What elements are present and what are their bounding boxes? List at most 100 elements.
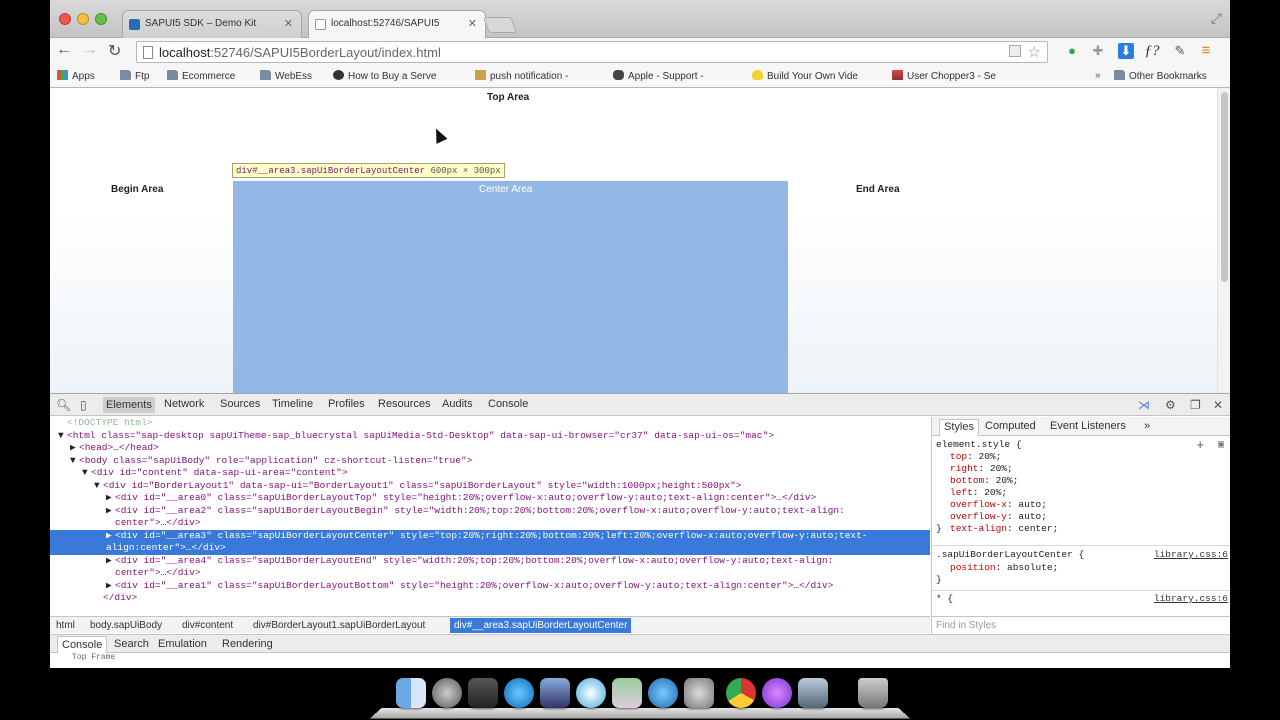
rss-icon[interactable] [1009,45,1021,57]
tab-elements[interactable]: Elements [103,397,155,413]
crumb-area3[interactable]: div#__area3.sapUiBorderLayoutCenter [450,618,632,633]
style-prop-right[interactable]: right: 20%; [950,463,1013,475]
minimize-window-button[interactable] [77,13,89,25]
function-extension-icon[interactable]: ƒ? [1144,43,1160,59]
add-rule-icon[interactable]: + [1196,437,1204,452]
dom-node[interactable]: center">…</div> [50,517,930,530]
preview-icon[interactable] [540,678,570,708]
style-prop-text-align[interactable]: text-align: center; [950,523,1058,535]
dom-node[interactable]: ▼ <div id="BorderLayout1" data-sap-ui="Bo… [50,480,930,493]
styles-more-chevron[interactable]: » [1144,420,1150,432]
dom-node[interactable]: <!DOCTYPE html> [50,417,930,430]
new-tab-button[interactable] [483,17,517,33]
back-icon[interactable]: ← [56,41,72,59]
tab-audits[interactable]: Audits [442,398,473,410]
image-capture-icon[interactable] [798,678,828,708]
menu-icon[interactable]: ≡ [1198,43,1214,59]
close-tab-icon[interactable]: ✕ [284,17,293,30]
dom-node-selected[interactable]: ▶ <div id="__area3" class="sapUiBorderLay… [50,529,930,555]
collapse-arrow-icon[interactable]: ▼ [70,455,79,468]
launchpad-icon[interactable] [432,678,462,708]
maximize-window-button[interactable] [95,13,107,25]
expand-arrow-icon[interactable]: ▶ [106,530,115,543]
tab-network[interactable]: Network [164,398,204,410]
bookmark-webess[interactable]: WebEss [260,70,312,82]
tab-console[interactable]: Console [488,398,528,410]
device-mode-icon[interactable]: ▯ [80,398,87,412]
tab-localhost[interactable]: localhost:52746/SAPUI5 ✕ [308,10,486,39]
drawer-tab-emulation[interactable]: Emulation [158,638,207,650]
dom-node[interactable]: </div> [50,592,930,605]
dom-node[interactable]: ▼ <html class="sap-desktop sapUiTheme-sap… [50,430,930,443]
tab-sources[interactable]: Sources [220,398,260,410]
rule-center-source-link[interactable]: library.css:6 [1154,549,1228,560]
tab-sapui5-sdk[interactable]: SAPUI5 SDK – Demo Kit ✕ [122,10,302,38]
expand-arrow-icon[interactable]: ▶ [106,492,115,505]
settings-gear-icon[interactable]: ⚙ [1165,398,1176,412]
collapse-arrow-icon[interactable]: ▼ [94,480,103,493]
tab-resources[interactable]: Resources [378,398,431,410]
bookmarks-overflow-chevron[interactable]: » [1095,70,1101,81]
drawer-tab-console[interactable]: Console [57,636,108,654]
tab-computed[interactable]: Computed [985,420,1036,432]
dom-node[interactable]: ▼ <div id="content" data-sap-ui-area="con… [50,467,930,480]
drawer-toggle-icon[interactable]: ⋊ [1138,398,1150,412]
console-frame-selector[interactable]: Top Frame [50,653,1230,668]
bookmark-user-chopper[interactable]: User Chopper3 - Se [892,70,996,82]
safari-icon[interactable] [576,678,606,708]
system-preferences-icon[interactable] [684,678,714,708]
purple-app-icon[interactable] [762,678,792,708]
dom-node[interactable]: ▶ <div id="__area4" class="sapUiBorderLay… [50,555,930,568]
expand-arrow-icon[interactable]: ▶ [106,580,115,593]
bookmark-ecommerce[interactable]: Ecommerce [167,70,235,82]
expand-arrow-icon[interactable]: ▶ [106,505,115,518]
crumb-body[interactable]: body.sapUiBody [90,620,162,631]
scrollbar-thumb[interactable] [1221,92,1228,282]
dom-node[interactable]: center">…</div> [50,567,930,580]
photos-icon[interactable] [612,678,642,708]
forward-icon[interactable]: → [82,41,98,59]
download-extension-icon[interactable]: ⬇ [1118,43,1134,59]
style-prop-bottom[interactable]: bottom: 20%; [950,475,1018,487]
dom-node[interactable]: ▶ <div id="__area2" class="sapUiBorderLay… [50,505,930,518]
bookmark-apple-support[interactable]: Apple - Support - [613,70,704,82]
style-prop-overflow-x[interactable]: overflow-x: auto; [950,499,1047,511]
app-store-icon[interactable] [504,678,534,708]
collapse-arrow-icon[interactable]: ▼ [58,430,67,443]
drawer-tab-search[interactable]: Search [114,638,149,650]
tab-timeline[interactable]: Timeline [272,398,313,410]
close-devtools-icon[interactable]: ✕ [1213,398,1223,412]
reload-icon[interactable]: ↻ [108,41,121,61]
chrome-icon[interactable] [726,678,756,708]
tab-event-listeners[interactable]: Event Listeners [1050,420,1126,432]
style-prop-top[interactable]: top: 20%; [950,451,1001,463]
bookmark-how-to-buy[interactable]: How to Buy a Serve [333,70,436,82]
toggle-state-icon[interactable]: ▣ [1218,439,1224,451]
finder-icon[interactable] [396,678,426,708]
inspect-search-icon[interactable]: 🔍︎ [56,398,71,412]
page-scrollbar[interactable] [1217,88,1230,393]
dom-node[interactable]: ▶ <div id="__area1" class="sapUiBorderLay… [50,580,930,593]
dom-node[interactable]: ▼ <body class="sapUiBody" role="applicati… [50,455,930,468]
style-prop-left[interactable]: left: 20%; [950,487,1007,499]
dom-node[interactable]: ▶ <div id="__area0" class="sapUiBorderLay… [50,492,930,505]
rule-universal-source-link[interactable]: library.css:6 [1154,593,1228,604]
tab-styles[interactable]: Styles [939,419,979,436]
bookmark-build-video[interactable]: Build Your Own Vide [752,70,858,82]
tab-profiles[interactable]: Profiles [328,398,365,410]
find-in-styles-input[interactable]: Find in Styles [931,616,1230,633]
crumb-content[interactable]: div#content [182,620,233,631]
collapse-arrow-icon[interactable]: ▼ [82,467,91,480]
trash-icon[interactable] [858,678,888,708]
style-prop-overflow-y[interactable]: overflow-y: auto; [950,511,1047,523]
puzzle-extension-icon[interactable]: ✚ [1090,43,1106,59]
bookmark-push-notification[interactable]: push notification - [475,70,568,82]
drawer-tab-rendering[interactable]: Rendering [222,638,273,650]
itunes-icon[interactable] [648,678,678,708]
bookmark-apps[interactable]: Apps [57,70,95,82]
bookmark-ftp[interactable]: Ftp [120,70,149,82]
address-bar[interactable]: localhost:52746/SAPUI5BorderLayout/index… [136,41,1048,63]
crumb-html[interactable]: html [56,620,75,631]
close-tab-icon[interactable]: ✕ [468,17,477,30]
eyedropper-extension-icon[interactable]: ✎ [1172,43,1188,59]
